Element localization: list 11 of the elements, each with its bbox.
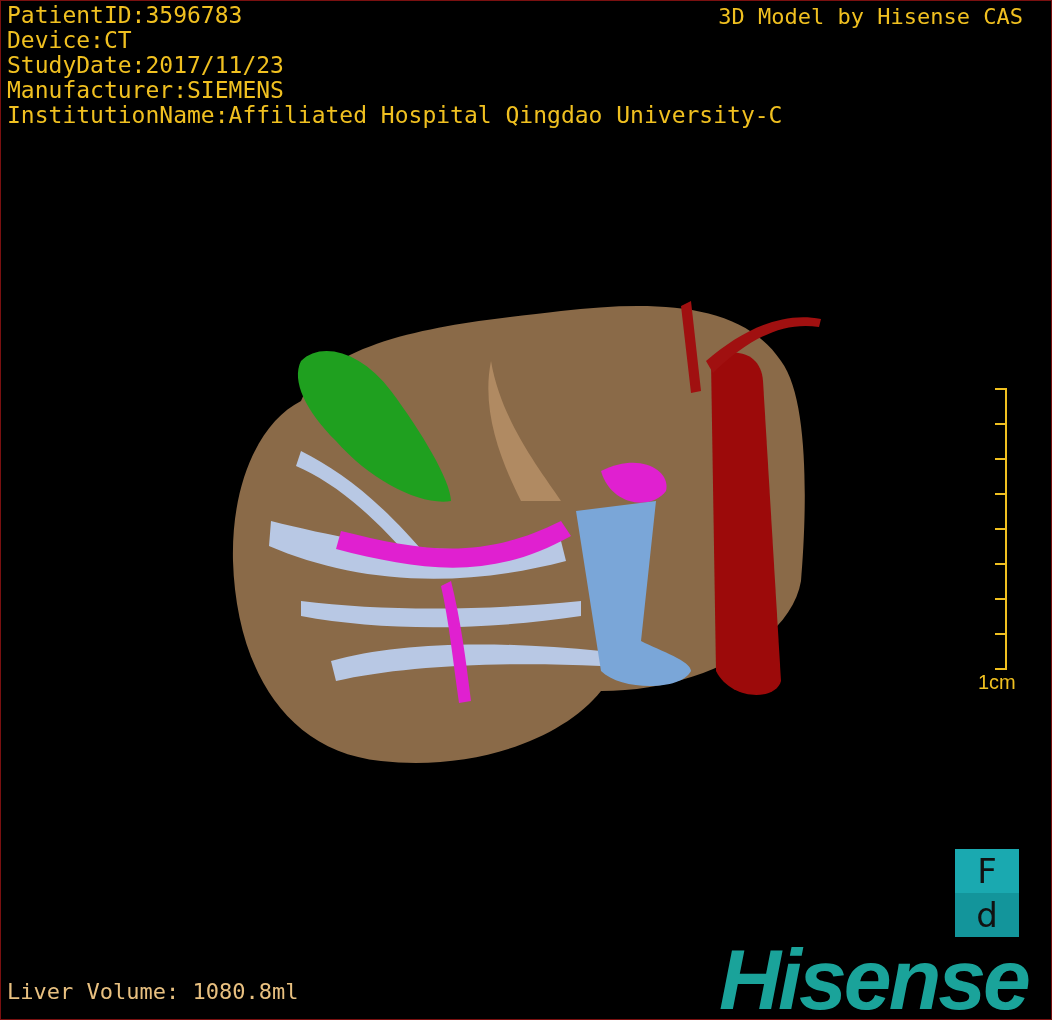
brand-logo: Hisense (719, 939, 1028, 1019)
logo-letter: F (955, 849, 1019, 893)
liver-volume-text: Liver Volume: 1080.8ml (7, 979, 299, 1005)
info-text: InstitutionName:Affiliated Hospital Qingdao University-C (7, 103, 783, 128)
info-text: PatientID:3596783 (7, 3, 243, 28)
info-text: Device:CT (7, 28, 132, 53)
logo-letter: d (955, 893, 1019, 937)
scale-label: 1cm (978, 671, 1016, 693)
credit-text: 3D Model by Hisense CAS (718, 4, 1023, 29)
info-text: StudyDate:2017/11/23 (7, 53, 284, 78)
info-text: Manufacturer:SIEMENS (7, 78, 284, 103)
